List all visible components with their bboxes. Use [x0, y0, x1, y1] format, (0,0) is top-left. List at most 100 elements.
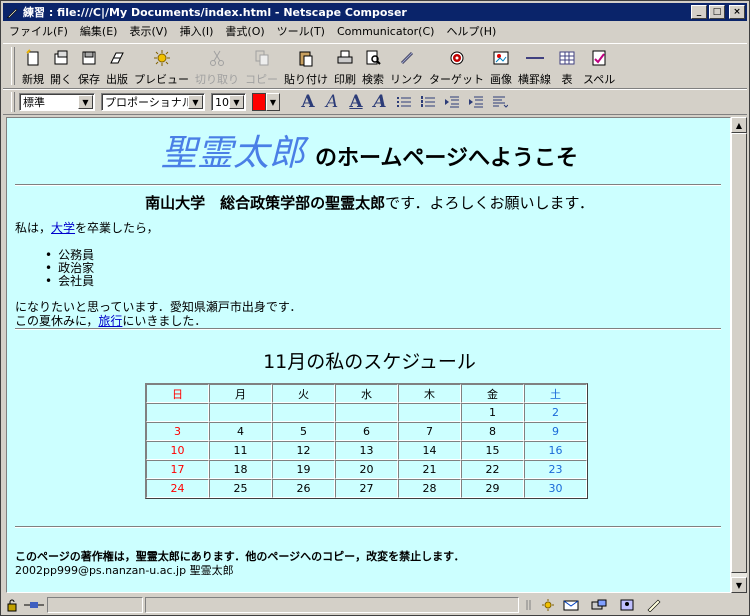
table-row: 3 4 5 6 7 8 9	[146, 422, 587, 441]
print-button[interactable]: 印刷	[331, 45, 359, 87]
save-button[interactable]: 保存	[75, 45, 103, 87]
calendar-cell[interactable]: 16	[524, 441, 587, 460]
scroll-up-icon[interactable]: ▲	[731, 117, 747, 133]
calendar-cell[interactable]: 5	[272, 422, 335, 441]
preview-button[interactable]: プレビュー	[131, 45, 192, 87]
publish-button[interactable]: 出版	[103, 45, 131, 87]
calendar-cell[interactable]: 1	[461, 403, 524, 422]
composer-icon[interactable]	[641, 597, 669, 613]
open-button[interactable]: 開く	[47, 45, 75, 87]
connection-plug-icon[interactable]	[21, 597, 47, 613]
outdent-icon[interactable]	[440, 91, 464, 113]
menu-file[interactable]: ファイル(F)	[3, 22, 74, 41]
numbered-list-icon[interactable]	[416, 91, 440, 113]
calendar-cell[interactable]: 22	[461, 460, 524, 479]
calendar-cell[interactable]: 28	[398, 479, 461, 498]
calendar-cell[interactable]: 17	[146, 460, 209, 479]
navigator-icon[interactable]	[539, 597, 557, 613]
calendar-cell[interactable]: 18	[209, 460, 272, 479]
mail-icon[interactable]	[557, 597, 585, 613]
underline-a-icon[interactable]: A	[344, 91, 368, 113]
newsgroup-icon[interactable]	[585, 597, 613, 613]
calendar-cell[interactable]	[146, 403, 209, 422]
find-button[interactable]: 検索	[359, 45, 387, 87]
menu-communicator[interactable]: Communicator(C)	[331, 22, 440, 41]
spell-button[interactable]: スペル	[580, 45, 618, 87]
title-bar[interactable]: 練習 : file:///C|/My Documents/index.html …	[3, 3, 747, 21]
toolbar-grip[interactable]	[11, 47, 15, 85]
indent-icon[interactable]	[464, 91, 488, 113]
bullet-list-icon[interactable]	[392, 91, 416, 113]
calendar-cell[interactable]: 4	[209, 422, 272, 441]
calendar-cell[interactable]: 6	[335, 422, 398, 441]
calendar-cell[interactable]: 9	[524, 422, 587, 441]
clear-style-icon[interactable]: A	[368, 91, 392, 113]
editor-canvas[interactable]: 聖霊太郎 のホームページへようこそ 南山大学 総合政策学部の聖霊太郎です．よろしく…	[6, 117, 731, 593]
calendar-cell[interactable]: 13	[335, 441, 398, 460]
menu-edit[interactable]: 編集(E)	[74, 22, 124, 41]
link-button[interactable]: リンク	[387, 45, 426, 87]
chevron-down-icon[interactable]: ▼	[266, 93, 280, 111]
vertical-scrollbar[interactable]: ▲ ▼	[731, 117, 747, 593]
calendar-cell[interactable]: 19	[272, 460, 335, 479]
menu-view[interactable]: 表示(V)	[123, 22, 173, 41]
font-size-larger-icon[interactable]: A	[296, 91, 320, 113]
calendar-cell[interactable]: 15	[461, 441, 524, 460]
maximize-button[interactable]: □	[709, 5, 725, 19]
calendar-cell[interactable]	[335, 403, 398, 422]
addressbook-icon[interactable]	[613, 597, 641, 613]
calendar-cell[interactable]: 23	[524, 460, 587, 479]
italic-a-icon[interactable]: A	[320, 91, 344, 113]
calendar-cell[interactable]	[398, 403, 461, 422]
cut-button[interactable]: 切り取り	[192, 45, 242, 87]
chevron-down-icon[interactable]: ▼	[78, 95, 93, 109]
chevron-down-icon[interactable]: ▼	[229, 95, 244, 109]
security-lock-icon[interactable]	[3, 597, 21, 613]
menu-tools[interactable]: ツール(T)	[271, 22, 331, 41]
component-bar-grip-icon[interactable]	[521, 597, 539, 613]
scroll-thumb[interactable]	[731, 133, 747, 573]
hrule-button[interactable]: 横罫線	[515, 45, 554, 87]
paragraph-style-select[interactable]: 標準 ▼	[19, 93, 95, 111]
paste-button[interactable]: 貼り付け	[281, 45, 331, 87]
calendar-cell[interactable]: 7	[398, 422, 461, 441]
font-size-select[interactable]: 10 ▼	[211, 93, 246, 111]
menu-insert[interactable]: 挿入(I)	[174, 22, 220, 41]
calendar-cell[interactable]	[209, 403, 272, 422]
calendar-cell[interactable]: 24	[146, 479, 209, 498]
calendar-cell[interactable]: 26	[272, 479, 335, 498]
calendar-cell[interactable]: 14	[398, 441, 461, 460]
calendar-cell[interactable]: 21	[398, 460, 461, 479]
minimize-button[interactable]: _	[691, 5, 707, 19]
travel-pre: この夏休みに，	[15, 314, 99, 328]
calendar-cell[interactable]: 10	[146, 441, 209, 460]
menu-help[interactable]: ヘルプ(H)	[440, 22, 502, 41]
new-button[interactable]: 新規	[19, 45, 47, 87]
calendar-cell[interactable]: 20	[335, 460, 398, 479]
travel-link[interactable]: 旅行	[98, 314, 122, 328]
format-toolbar-grip[interactable]	[11, 92, 15, 112]
image-button[interactable]: 画像	[487, 45, 515, 87]
target-button[interactable]: ターゲット	[426, 45, 487, 87]
menu-format[interactable]: 書式(O)	[219, 22, 270, 41]
align-icon[interactable]	[488, 91, 512, 113]
calendar-cell[interactable]: 25	[209, 479, 272, 498]
calendar-cell[interactable]: 29	[461, 479, 524, 498]
copy-button[interactable]: コピー	[242, 45, 281, 87]
close-button[interactable]: ×	[729, 5, 745, 19]
calendar-cell[interactable]: 27	[335, 479, 398, 498]
calendar-cell[interactable]: 30	[524, 479, 587, 498]
chevron-down-icon[interactable]: ▼	[188, 95, 203, 109]
font-select[interactable]: プロポーショナル ▼	[101, 93, 205, 111]
calendar-cell[interactable]: 11	[209, 441, 272, 460]
calendar-cell[interactable]: 2	[524, 403, 587, 422]
scroll-down-icon[interactable]: ▼	[731, 577, 747, 593]
text-color-picker[interactable]: ▼	[252, 92, 282, 112]
calendar-cell[interactable]: 3	[146, 422, 209, 441]
calendar-cell[interactable]: 12	[272, 441, 335, 460]
table-button[interactable]: 表	[554, 45, 580, 87]
calendar-cell[interactable]: 8	[461, 422, 524, 441]
university-link[interactable]: 大学	[51, 221, 75, 235]
calendar-cell[interactable]	[272, 403, 335, 422]
composer-window: 練習 : file:///C|/My Documents/index.html …	[0, 0, 750, 616]
